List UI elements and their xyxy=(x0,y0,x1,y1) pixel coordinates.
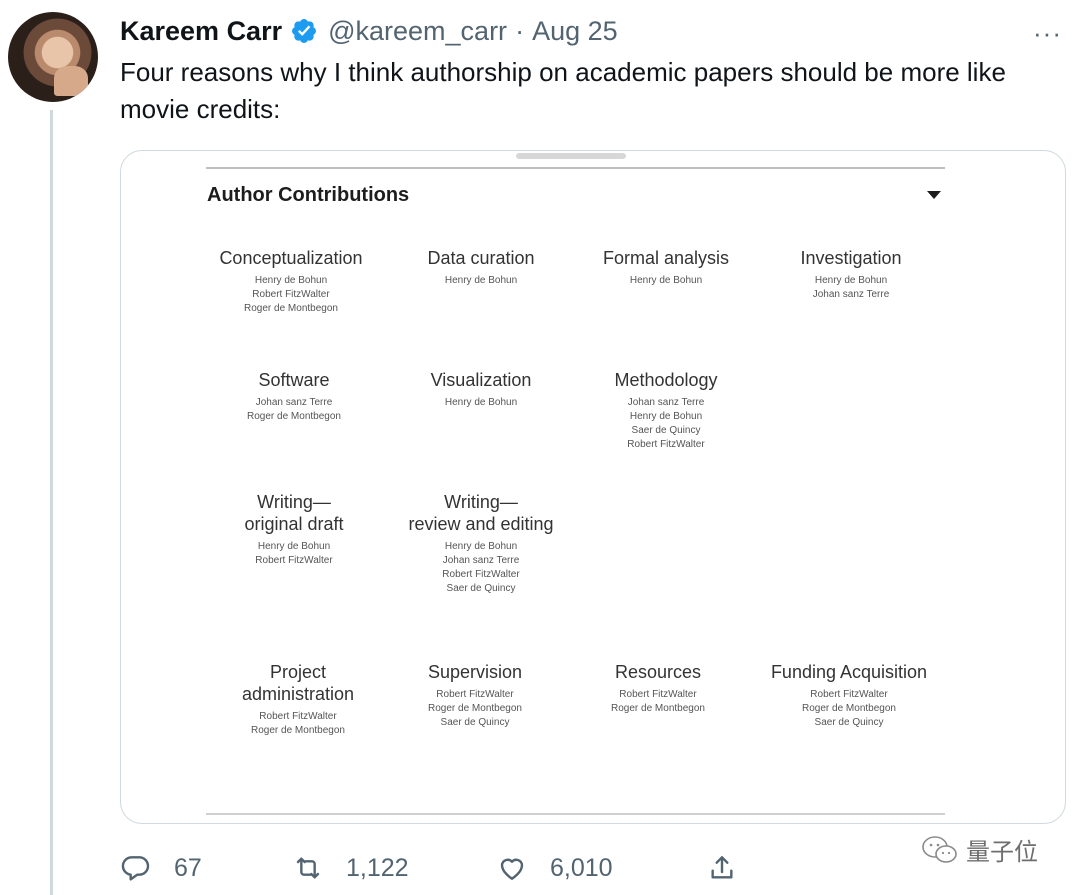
person-name: Johan sanz Terre xyxy=(255,397,333,408)
person-name: Johan sanz Terre xyxy=(812,289,890,300)
wechat-icon xyxy=(922,835,957,863)
person-name: Robert FitzWalter xyxy=(619,689,697,700)
person-name: Robert FitzWalter xyxy=(627,439,705,450)
tweet-image[interactable]: Author Contributions Conceptualization H… xyxy=(120,150,1066,824)
person-name: Johan sanz Terre xyxy=(627,397,705,408)
reply-count: 67 xyxy=(174,853,202,882)
person-name: Roger de Montbegon xyxy=(802,703,896,714)
role-formal-analysis: Formal analysis Henry de Bohun xyxy=(566,247,766,288)
tweet-header: Kareem Carr @kareem_carr · Aug 25 xyxy=(120,14,618,48)
person-name: Henry de Bohun xyxy=(629,411,703,422)
person-name: Henry de Bohun xyxy=(629,275,703,286)
reply-icon xyxy=(121,856,150,881)
tweet-date[interactable]: Aug 25 xyxy=(532,16,618,47)
person-name: Henry de Bohun xyxy=(444,541,518,552)
heart-icon xyxy=(500,858,524,880)
like-button[interactable]: 6,010 xyxy=(496,848,613,888)
role-methodology: Methodology Johan sanz Terre Henry de Bo… xyxy=(566,369,766,452)
person-name: Johan sanz Terre xyxy=(442,555,520,566)
role-visualization: Visualization Henry de Bohun xyxy=(381,369,581,410)
share-button[interactable] xyxy=(706,848,738,888)
caret-down-icon xyxy=(927,191,941,199)
watermark-text: 量子位 xyxy=(966,838,1038,866)
role-software: Software Johan sanz Terre Roger de Montb… xyxy=(194,369,394,424)
person-name: Henry de Bohun xyxy=(254,275,328,286)
person-name: Roger de Montbegon xyxy=(247,411,341,422)
person-name: Roger de Montbegon xyxy=(611,703,705,714)
thread-line xyxy=(50,110,53,895)
divider xyxy=(206,813,945,815)
watermark: 量子位 xyxy=(920,832,1038,867)
divider xyxy=(206,167,945,169)
role-investigation: Investigation Henry de Bohun Johan sanz … xyxy=(751,247,951,302)
person-name: Roger de Montbegon xyxy=(428,703,522,714)
role-conceptualization: Conceptualization Henry de Bohun Robert … xyxy=(191,247,391,316)
share-icon xyxy=(711,856,733,879)
section-title: Author Contributions xyxy=(207,184,410,206)
person-name: Robert FitzWalter xyxy=(810,689,888,700)
reply-button[interactable]: 67 xyxy=(120,848,202,888)
tweet-text: Four reasons why I think authorship on a… xyxy=(120,57,1006,124)
avatar[interactable] xyxy=(8,12,98,102)
person-name: Saer de Quincy xyxy=(440,717,510,728)
like-count: 6,010 xyxy=(550,853,613,882)
author-handle[interactable]: @kareem_carr xyxy=(328,16,507,47)
person-name: Henry de Bohun xyxy=(444,275,518,286)
tweet-actions: 67 1,122 6,010 xyxy=(120,848,860,888)
role-resources: Resources Robert FitzWalter Roger de Mon… xyxy=(558,661,758,716)
role-writing-review-editing: Writing— review and editing Henry de Boh… xyxy=(361,491,601,596)
more-options-icon[interactable]: ··· xyxy=(1033,18,1062,49)
retweet-count: 1,122 xyxy=(346,853,409,882)
person-name: Robert FitzWalter xyxy=(252,289,330,300)
person-name: Robert FitzWalter xyxy=(259,711,337,722)
role-supervision: Supervision Robert FitzWalter Roger de M… xyxy=(375,661,575,730)
role-funding-acquisition: Funding Acquisition Robert FitzWalter Ro… xyxy=(739,661,959,730)
person-name: Robert FitzWalter xyxy=(442,569,520,580)
role-data-curation: Data curation Henry de Bohun xyxy=(381,247,581,288)
retweet-icon xyxy=(296,857,320,879)
person-name: Saer de Quincy xyxy=(631,425,701,436)
retweet-button[interactable]: 1,122 xyxy=(292,848,409,888)
person-name: Roger de Montbegon xyxy=(251,725,345,736)
person-name: Robert FitzWalter xyxy=(436,689,514,700)
person-name: Henry de Bohun xyxy=(444,397,518,408)
separator-dot: · xyxy=(515,15,525,46)
verified-badge-icon xyxy=(292,19,317,43)
person-name: Saer de Quincy xyxy=(446,583,516,594)
person-name: Saer de Quincy xyxy=(814,717,884,728)
author-name[interactable]: Kareem Carr xyxy=(120,16,282,47)
cropped-header-fragment xyxy=(516,153,626,159)
person-name: Roger de Montbegon xyxy=(244,303,338,314)
person-name: Henry de Bohun xyxy=(814,275,888,286)
role-project-administration: Project administration Robert FitzWalter… xyxy=(198,661,398,738)
